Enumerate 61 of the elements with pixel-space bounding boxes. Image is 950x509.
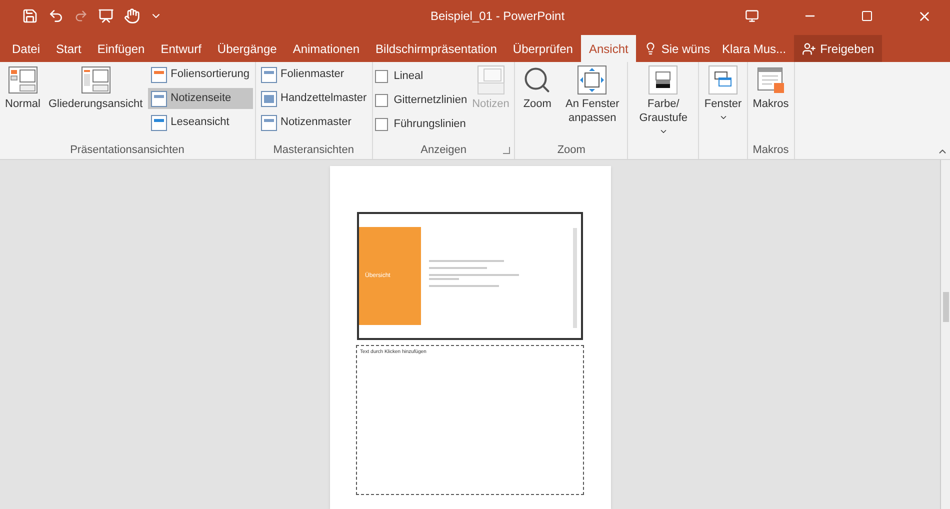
group-label: Präsentationsansichten [70,142,184,158]
checkbox-label: Lineal [394,69,424,84]
undo-icon[interactable] [48,8,64,24]
ribbon-button[interactable]: Folienmaster [258,64,370,85]
maximize-icon[interactable] [861,10,873,22]
normal-view-icon [8,65,38,95]
ribbon-button[interactable]: Gliederungsansicht [45,62,146,111]
handout-icon [260,90,276,106]
checkbox-label: Gitternetzlinien [394,93,468,108]
slideshow-icon[interactable] [98,8,114,24]
group-label: Makros [752,142,789,158]
ribbon-button[interactable]: Farbe/ Graustufe [630,62,696,136]
grayscale-icon [648,65,678,95]
group-label: Zoom [557,142,586,158]
ribbon-button[interactable]: Normal [2,62,44,111]
ribbon-button[interactable]: An Fenster anpassen [559,62,626,125]
ribbon-tab[interactable]: Start [48,35,90,62]
reading-view-icon [150,114,167,130]
ribbon-tab[interactable]: Überprüfen [504,35,581,62]
checkbox[interactable] [374,118,388,131]
lightbulb-icon [644,42,658,55]
outline-view-icon [80,65,111,95]
window-title: Beispiel_01 - PowerPoint [429,8,566,25]
ribbon-tab[interactable]: Bildschirmpräsentation [368,35,505,62]
user-name[interactable]: Klara Mus... [718,35,790,62]
ribbon-tab[interactable]: Einfügen [89,35,153,62]
ribbon-button[interactable]: Handzettelmaster [258,88,370,109]
notes-page-icon [260,114,276,130]
windows-icon [708,65,738,95]
touch-icon[interactable] [124,8,140,24]
notes-pane-icon [476,65,506,95]
ribbon-button[interactable]: Notizenseite [148,88,252,109]
checkbox-label: Führungslinien [394,117,466,132]
save-icon[interactable] [22,8,38,24]
ribbon-button[interactable]: Foliensortierung [148,64,252,85]
share-button[interactable]: Freigeben [794,35,882,62]
slide-sorter-icon [150,66,167,82]
master-icon [260,66,276,82]
ribbon-button[interactable]: Fenster [701,62,745,122]
ribbon-tab[interactable]: Animationen [284,35,368,62]
ribbon-tab[interactable]: Ansicht [580,35,636,62]
person-icon [802,42,816,56]
macro-icon [756,65,786,95]
tell-me-field[interactable]: Sie wüns [636,35,718,62]
ribbon-button[interactable]: Leseansicht [148,112,252,133]
scrollbar[interactable] [940,160,950,509]
group-label: Anzeigen [420,142,466,158]
group-label: Masteransichten [273,142,354,158]
fit-window-icon [577,65,608,95]
ribbon-tab[interactable]: Entwurf [152,35,210,62]
dialog-launcher-icon[interactable] [503,147,510,154]
ribbon-display-icon[interactable] [745,9,759,23]
ribbon-tab[interactable]: Datei [4,35,48,62]
search-icon [522,65,552,95]
notes-page-icon [150,90,167,106]
ribbon-tab[interactable]: Übergänge [209,35,285,62]
checkbox[interactable] [374,94,388,107]
checkbox[interactable] [374,70,388,83]
ribbon-button[interactable]: Notizenmaster [258,112,370,133]
ribbon-button[interactable]: Makros [750,62,792,111]
ribbon-button[interactable]: Zoom [517,62,558,111]
